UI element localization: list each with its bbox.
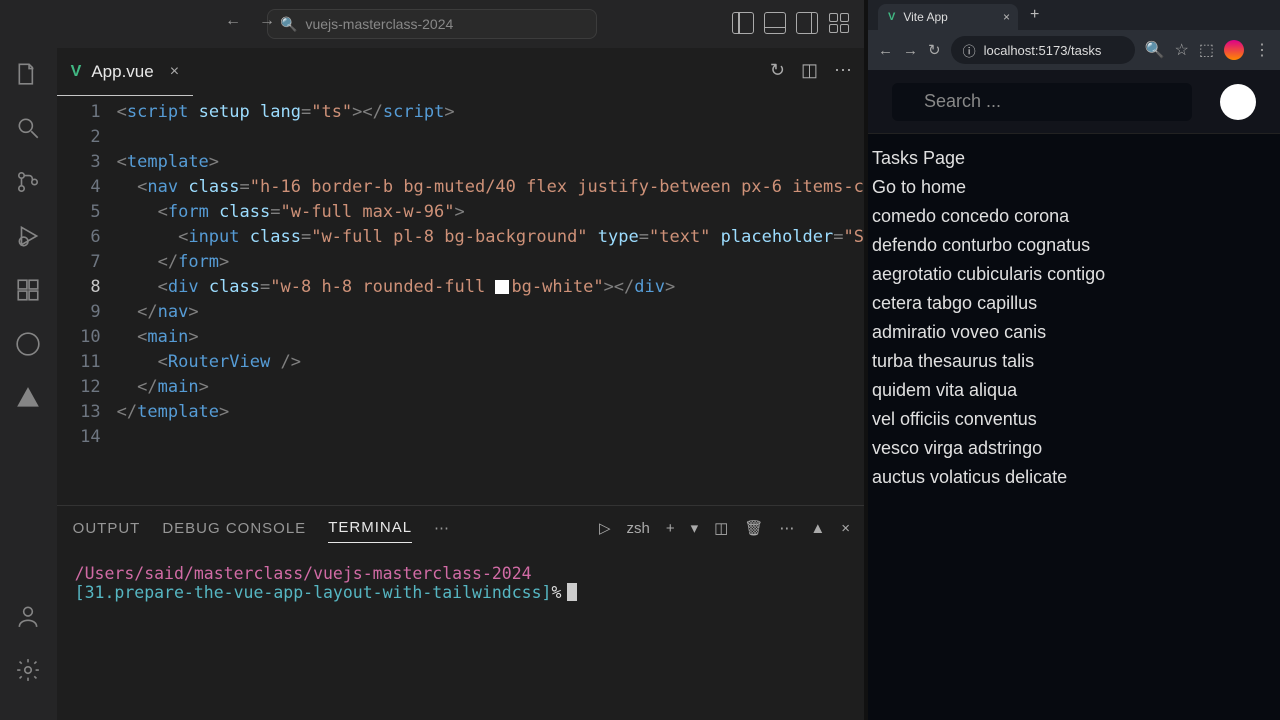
- split-terminal-icon[interactable]: ◫: [714, 519, 728, 537]
- extensions-icon[interactable]: [14, 276, 42, 304]
- zoom-icon[interactable]: 🔍: [1145, 40, 1165, 60]
- task-item[interactable]: vel officiis conventus: [868, 405, 1280, 434]
- browser-tab-vite-app[interactable]: V Vite App ×: [878, 4, 1018, 30]
- vue-file-icon: V: [71, 63, 82, 81]
- terminal-panel: OUTPUT DEBUG CONSOLE TERMINAL ⋯ ▷ zsh + …: [57, 505, 864, 720]
- browser-reload-icon[interactable]: ↻: [928, 41, 941, 59]
- editor-tab-row: V App.vue × ↻ ◫ ⋯: [57, 48, 864, 96]
- new-terminal-icon[interactable]: +: [666, 520, 675, 537]
- browser-back-icon[interactable]: ←: [878, 42, 893, 59]
- settings-gear-icon[interactable]: [14, 656, 42, 684]
- nav-forward-icon[interactable]: →: [259, 12, 275, 30]
- layout-bottom-icon[interactable]: [764, 12, 786, 34]
- task-item[interactable]: cetera tabgo capillus: [868, 289, 1280, 318]
- panel-tab-terminal[interactable]: TERMINAL: [328, 513, 412, 543]
- editor-pane: ← → 🔍 vuejs-masterclass-2024: [0, 0, 864, 720]
- source-control-icon[interactable]: [14, 168, 42, 196]
- browser-toolbar: ← → ↻ ⓘ localhost:5173/tasks 🔍 ☆ ⬚ ⋮: [868, 30, 1280, 70]
- panel-more-icon[interactable]: ⋯: [434, 513, 450, 543]
- terminal-branch: [31.prepare-the-vue-app-layout-with-tail…: [75, 583, 552, 602]
- nav-back-icon[interactable]: ←: [225, 12, 241, 30]
- terminal-launch-icon[interactable]: ▷: [599, 519, 611, 537]
- title-bar: ← → 🔍 vuejs-masterclass-2024: [0, 0, 864, 48]
- extensions-puzzle-icon[interactable]: ⬚: [1199, 40, 1214, 60]
- page-search-placeholder: Search ...: [924, 88, 1001, 115]
- search-icon: 🔍: [280, 16, 297, 33]
- page-avatar[interactable]: [1220, 84, 1256, 120]
- page-navbar: Search ...: [868, 70, 1280, 134]
- kill-terminal-icon[interactable]: 🗑: [744, 519, 763, 537]
- terminal-prompt-char: %: [551, 583, 561, 602]
- terminal-more-icon[interactable]: ⋯: [779, 519, 794, 537]
- terminal-dropdown-icon[interactable]: ▾: [691, 519, 699, 537]
- maximize-panel-icon[interactable]: ▲: [810, 520, 825, 537]
- split-editor-icon[interactable]: ◫: [801, 60, 818, 81]
- task-item[interactable]: auctus volaticus delicate: [868, 463, 1280, 492]
- run-debug-icon[interactable]: [14, 222, 42, 250]
- terminal-cwd: /Users/said/masterclass/vuejs-masterclas…: [75, 564, 532, 583]
- brand-logo-icon[interactable]: [14, 384, 42, 412]
- layout-right-icon[interactable]: [796, 12, 818, 34]
- code-editor[interactable]: 1234567891011121314 <script setup lang="…: [57, 96, 864, 505]
- task-item[interactable]: quidem vita aliqua: [868, 376, 1280, 405]
- close-tab-icon[interactable]: ×: [170, 63, 179, 81]
- profile-avatar-icon[interactable]: [1224, 40, 1244, 60]
- browser-tab-title: Vite App: [903, 10, 947, 24]
- address-bar[interactable]: ⓘ localhost:5173/tasks: [951, 36, 1135, 64]
- search-sidebar-icon[interactable]: [14, 114, 42, 142]
- rendered-page: Search ... Tasks Page Go to home comedo …: [868, 70, 1280, 720]
- home-link[interactable]: Go to home: [868, 173, 1280, 202]
- layout-left-icon[interactable]: [732, 12, 754, 34]
- task-item[interactable]: turba thesaurus talis: [868, 347, 1280, 376]
- panel-tab-output[interactable]: OUTPUT: [73, 514, 141, 543]
- file-tab-app-vue[interactable]: V App.vue ×: [57, 48, 193, 96]
- github-icon[interactable]: [14, 330, 42, 358]
- command-center-search[interactable]: 🔍 vuejs-masterclass-2024: [267, 9, 597, 39]
- panel-tab-debug[interactable]: DEBUG CONSOLE: [162, 514, 306, 543]
- activity-bar: [0, 48, 57, 720]
- browser-pane: V Vite App × + ← → ↻ ⓘ localhost:5173/ta…: [868, 0, 1280, 720]
- favicon-icon: V: [888, 11, 895, 23]
- browser-menu-icon[interactable]: ⋮: [1254, 40, 1270, 60]
- command-center-text: vuejs-masterclass-2024: [305, 16, 453, 32]
- task-item[interactable]: admiratio voveo canis: [868, 318, 1280, 347]
- page-heading: Tasks Page: [868, 144, 1280, 173]
- browser-forward-icon[interactable]: →: [903, 42, 918, 59]
- terminal-shell-name[interactable]: zsh: [627, 520, 650, 537]
- new-browser-tab-icon[interactable]: +: [1024, 6, 1045, 24]
- task-item[interactable]: comedo concedo corona: [868, 202, 1280, 231]
- task-item[interactable]: aegrotatio cubicularis contigo: [868, 260, 1280, 289]
- more-actions-icon[interactable]: ⋯: [834, 60, 852, 81]
- layout-grid-icon[interactable]: [828, 12, 850, 34]
- page-search-input[interactable]: Search ...: [892, 83, 1192, 121]
- address-url: localhost:5173/tasks: [984, 43, 1102, 58]
- terminal-body[interactable]: /Users/said/masterclass/vuejs-masterclas…: [57, 550, 864, 720]
- file-tab-name: App.vue: [91, 62, 153, 82]
- browser-tab-strip: V Vite App × +: [868, 0, 1280, 30]
- task-item[interactable]: defendo conturbo cognatus: [868, 231, 1280, 260]
- close-panel-icon[interactable]: ×: [841, 520, 850, 537]
- bookmark-star-icon[interactable]: ☆: [1175, 40, 1189, 60]
- accounts-icon[interactable]: [14, 602, 42, 630]
- task-item[interactable]: vesco virga adstringo: [868, 434, 1280, 463]
- explorer-icon[interactable]: [14, 60, 42, 88]
- site-info-icon[interactable]: ⓘ: [963, 41, 976, 60]
- close-browser-tab-icon[interactable]: ×: [1003, 10, 1010, 24]
- terminal-cursor: [567, 583, 577, 601]
- timeline-icon[interactable]: ↻: [770, 60, 785, 81]
